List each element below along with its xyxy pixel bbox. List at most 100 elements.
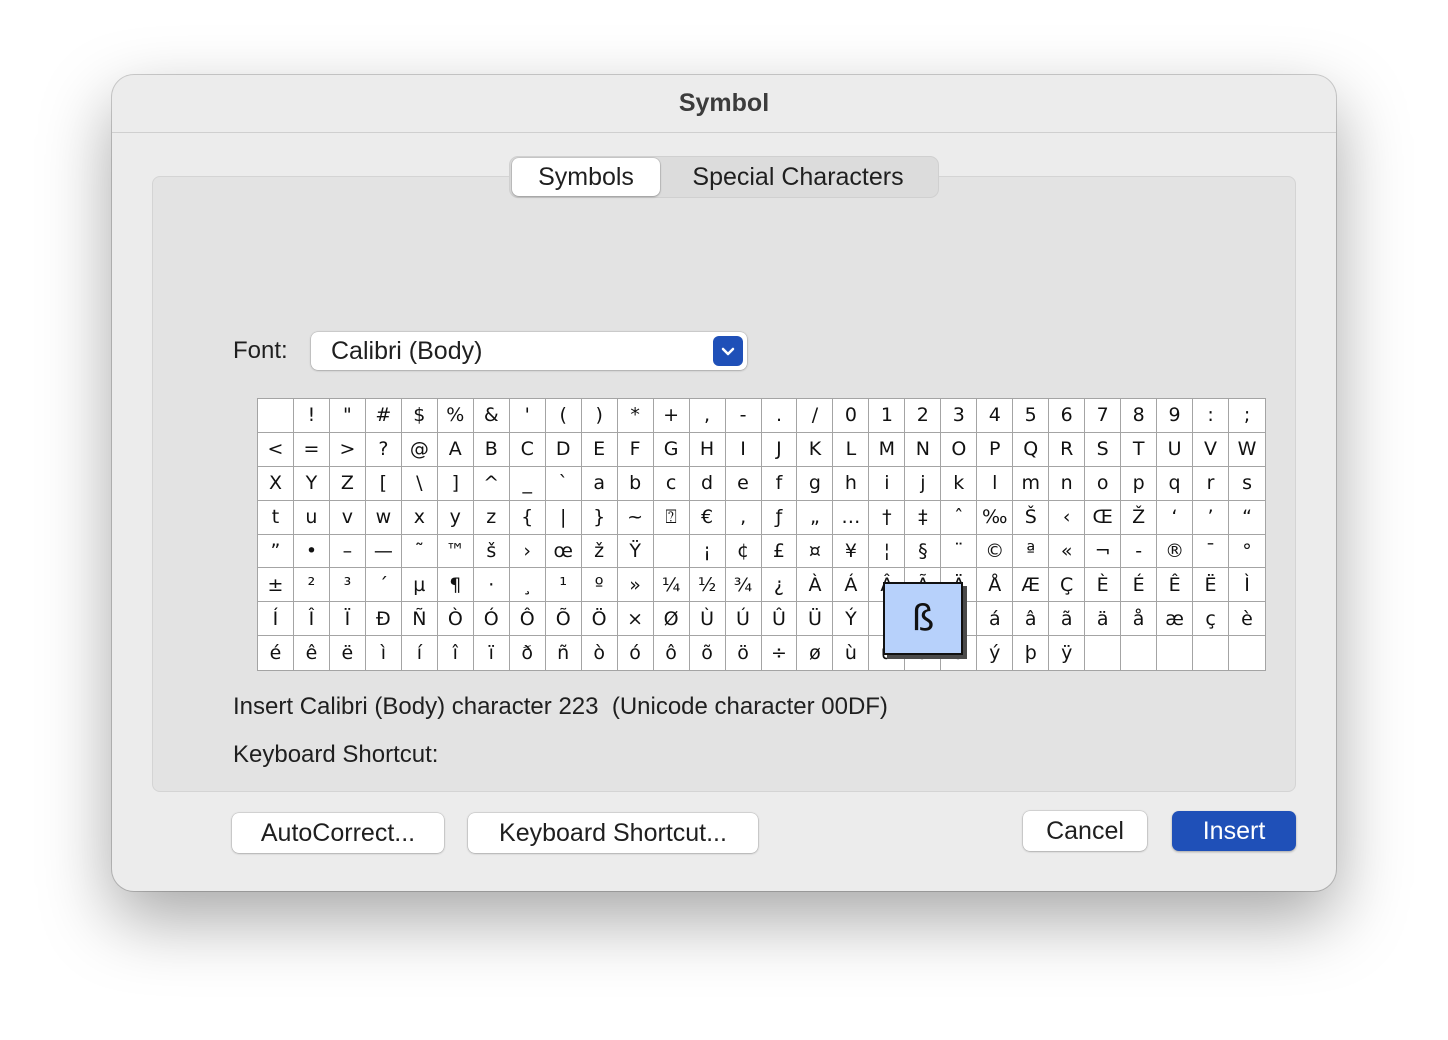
symbol-cell[interactable]: ë: [330, 636, 366, 670]
symbol-cell[interactable]: Æ: [1013, 568, 1050, 603]
symbol-cell[interactable]: £: [761, 534, 798, 569]
symbol-cell[interactable]: ¿: [761, 568, 798, 603]
symbol-cell[interactable]: ": [329, 399, 366, 433]
symbol-cell[interactable]: µ: [401, 568, 438, 603]
symbol-cell[interactable]: 6: [1049, 399, 1086, 433]
symbol-cell[interactable]: Œ: [1085, 500, 1122, 535]
symbol-cell[interactable]: >: [329, 432, 366, 467]
symbol-cell[interactable]: ±: [258, 568, 294, 603]
symbol-cell[interactable]: F: [617, 432, 654, 467]
symbol-cell[interactable]: w: [365, 500, 402, 535]
symbol-cell[interactable]: ñ: [546, 636, 582, 670]
symbol-cell[interactable]: õ: [690, 636, 726, 670]
symbol-cell[interactable]: g: [797, 466, 834, 501]
symbol-cell[interactable]: <: [258, 432, 294, 467]
symbol-cell[interactable]: _: [509, 466, 546, 501]
symbol-cell[interactable]: ‡: [905, 500, 942, 535]
symbol-cell[interactable]: q: [1157, 466, 1194, 501]
symbol-cell[interactable]: S: [1085, 432, 1122, 467]
symbol-cell[interactable]: ¼: [653, 568, 690, 603]
symbol-cell[interactable]: ÿ: [1049, 636, 1086, 670]
symbol-cell[interactable]: ©: [977, 534, 1014, 569]
symbol-cell[interactable]: »: [617, 568, 654, 603]
symbol-cell[interactable]: R: [1049, 432, 1086, 467]
selected-symbol-preview[interactable]: ß: [883, 582, 963, 655]
symbol-cell[interactable]: ý: [977, 636, 1014, 670]
symbol-cell[interactable]: Ô: [509, 602, 546, 637]
symbol-cell[interactable]: Ë: [1193, 568, 1230, 603]
symbol-cell[interactable]: ì: [366, 636, 402, 670]
symbol-cell[interactable]: ‰: [977, 500, 1014, 535]
keyboard-shortcut-button[interactable]: Keyboard Shortcut...: [468, 813, 758, 853]
symbol-cell[interactable]: *: [617, 399, 654, 433]
symbol-cell[interactable]: €: [689, 500, 726, 535]
symbol-cell[interactable]: }: [581, 500, 618, 535]
symbol-cell[interactable]: =: [293, 432, 330, 467]
symbol-cell[interactable]: A: [437, 432, 474, 467]
symbol-cell[interactable]: ~: [617, 500, 654, 535]
symbol-cell[interactable]: è: [1229, 602, 1265, 637]
cancel-button[interactable]: Cancel: [1023, 811, 1147, 851]
symbol-cell[interactable]: Ó: [473, 602, 510, 637]
symbol-cell[interactable]: Q: [1013, 432, 1050, 467]
symbol-cell[interactable]: M: [869, 432, 906, 467]
symbol-cell[interactable]: å: [1121, 602, 1158, 637]
symbol-cell[interactable]: o: [1085, 466, 1122, 501]
symbol-cell[interactable]: Ö: [581, 602, 618, 637]
symbol-cell[interactable]: D: [545, 432, 582, 467]
symbol-cell[interactable]: Z: [329, 466, 366, 501]
symbol-cell[interactable]: T: [1121, 432, 1158, 467]
symbol-cell[interactable]: P: [977, 432, 1014, 467]
symbol-cell[interactable]: ¦: [869, 534, 906, 569]
symbol-cell[interactable]: Û: [761, 602, 798, 637]
symbol-cell[interactable]: :: [1193, 399, 1230, 433]
symbol-cell[interactable]: x: [401, 500, 438, 535]
symbol-cell[interactable]: Á: [833, 568, 870, 603]
symbol-cell[interactable]: •: [293, 534, 330, 569]
symbol-cell[interactable]: é: [258, 636, 294, 670]
symbol-cell[interactable]: `: [545, 466, 582, 501]
symbol-cell[interactable]: Õ: [545, 602, 582, 637]
symbol-cell[interactable]: O: [941, 432, 978, 467]
symbol-cell[interactable]: v: [329, 500, 366, 535]
symbol-cell[interactable]: ù: [833, 636, 870, 670]
symbol-cell[interactable]: ´: [365, 568, 402, 603]
symbol-cell[interactable]: W: [1229, 433, 1265, 467]
symbol-cell[interactable]: ?: [365, 432, 402, 467]
font-select[interactable]: Calibri (Body): [311, 332, 747, 370]
symbol-cell[interactable]: ô: [654, 636, 690, 670]
symbol-cell[interactable]: I: [725, 432, 762, 467]
symbol-cell[interactable]: ¡: [689, 534, 726, 569]
symbol-cell[interactable]: ò: [582, 636, 618, 670]
symbol-cell[interactable]: [: [365, 466, 402, 501]
symbol-cell[interactable]: ,: [689, 399, 726, 433]
symbol-cell[interactable]: ‚: [725, 500, 762, 535]
symbol-cell[interactable]: f: [761, 466, 798, 501]
symbol-cell[interactable]: K: [797, 432, 834, 467]
symbol-cell[interactable]: ó: [618, 636, 654, 670]
symbol-cell[interactable]: [258, 399, 294, 433]
symbol-cell[interactable]: °: [1229, 535, 1265, 569]
chevron-down-icon[interactable]: [713, 336, 743, 366]
symbol-cell[interactable]: ™: [437, 534, 474, 569]
symbol-cell[interactable]: ¬: [1085, 534, 1122, 569]
symbol-cell[interactable]: p: [1121, 466, 1158, 501]
symbol-cell[interactable]: –: [329, 534, 366, 569]
symbol-cell[interactable]: ³: [329, 568, 366, 603]
symbol-cell[interactable]: Ì: [1229, 568, 1265, 603]
symbol-cell[interactable]: ¥: [833, 534, 870, 569]
symbol-cell[interactable]: æ: [1157, 602, 1194, 637]
symbol-cell[interactable]: /: [797, 399, 834, 433]
symbol-cell[interactable]: ⍰: [653, 500, 690, 535]
symbol-cell[interactable]: Å: [977, 568, 1014, 603]
symbol-cell[interactable]: Ø: [653, 602, 690, 637]
symbol-cell[interactable]: º: [581, 568, 618, 603]
symbol-cell[interactable]: þ: [1013, 636, 1050, 670]
symbol-cell[interactable]: G: [653, 432, 690, 467]
symbol-cell[interactable]: ²: [293, 568, 330, 603]
symbol-cell[interactable]: §: [905, 534, 942, 569]
symbol-cell[interactable]: 5: [1013, 399, 1050, 433]
symbol-cell[interactable]: $: [401, 399, 438, 433]
symbol-cell[interactable]: \: [401, 466, 438, 501]
symbol-cell[interactable]: [653, 534, 690, 569]
